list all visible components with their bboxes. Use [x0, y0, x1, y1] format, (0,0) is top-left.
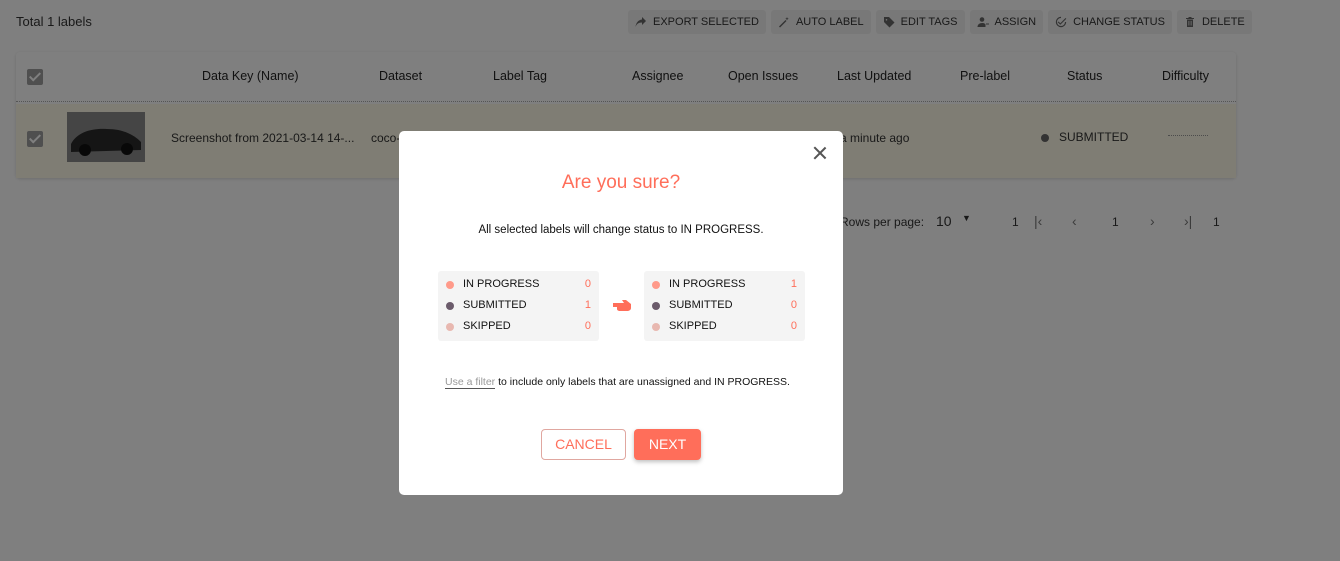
dialog-subtitle: All selected labels will change status t… — [478, 224, 764, 236]
before-in-progress-label: IN PROGRESS — [463, 278, 540, 290]
after-in-progress-count: 1 — [790, 278, 797, 290]
status-before-box: IN PROGRESS 0 SUBMITTED 1 SKIPPED 0 — [438, 271, 599, 341]
in-progress-dot — [446, 281, 454, 289]
before-in-progress-count: 0 — [584, 278, 591, 290]
filter-hint-text: to include only labels that are unassign… — [495, 376, 790, 388]
cancel-button[interactable]: CANCEL — [541, 429, 626, 460]
before-in-progress: IN PROGRESS 0 — [446, 278, 591, 292]
close-icon[interactable] — [813, 146, 827, 160]
after-submitted: SUBMITTED 0 — [652, 299, 797, 313]
skipped-dot — [652, 323, 660, 331]
change-status-dialog: Are you sure? All selected labels will c… — [399, 131, 843, 495]
before-submitted: SUBMITTED 1 — [446, 299, 591, 313]
after-skipped: SKIPPED 0 — [652, 320, 797, 334]
before-skipped-label: SKIPPED — [463, 320, 511, 332]
pointing-hand-icon — [613, 300, 631, 311]
after-in-progress: IN PROGRESS 1 — [652, 278, 797, 292]
after-skipped-count: 0 — [790, 320, 797, 332]
dialog-title: Are you sure? — [561, 172, 681, 193]
submitted-dot — [652, 302, 660, 310]
use-filter-link[interactable]: Use a filter — [445, 376, 496, 389]
after-skipped-label: SKIPPED — [669, 320, 717, 332]
before-skipped-count: 0 — [584, 320, 591, 332]
after-submitted-count: 0 — [790, 299, 797, 311]
in-progress-dot — [652, 281, 660, 289]
status-after-box: IN PROGRESS 1 SUBMITTED 0 SKIPPED 0 — [644, 271, 805, 341]
before-skipped: SKIPPED 0 — [446, 320, 591, 334]
after-submitted-label: SUBMITTED — [669, 299, 733, 311]
before-submitted-label: SUBMITTED — [463, 299, 527, 311]
submitted-dot — [446, 302, 454, 310]
next-button[interactable]: NEXT — [634, 429, 701, 460]
skipped-dot — [446, 323, 454, 331]
filter-hint: Use a filter to include only labels that… — [445, 376, 790, 389]
after-in-progress-label: IN PROGRESS — [669, 278, 746, 290]
before-submitted-count: 1 — [584, 299, 591, 311]
